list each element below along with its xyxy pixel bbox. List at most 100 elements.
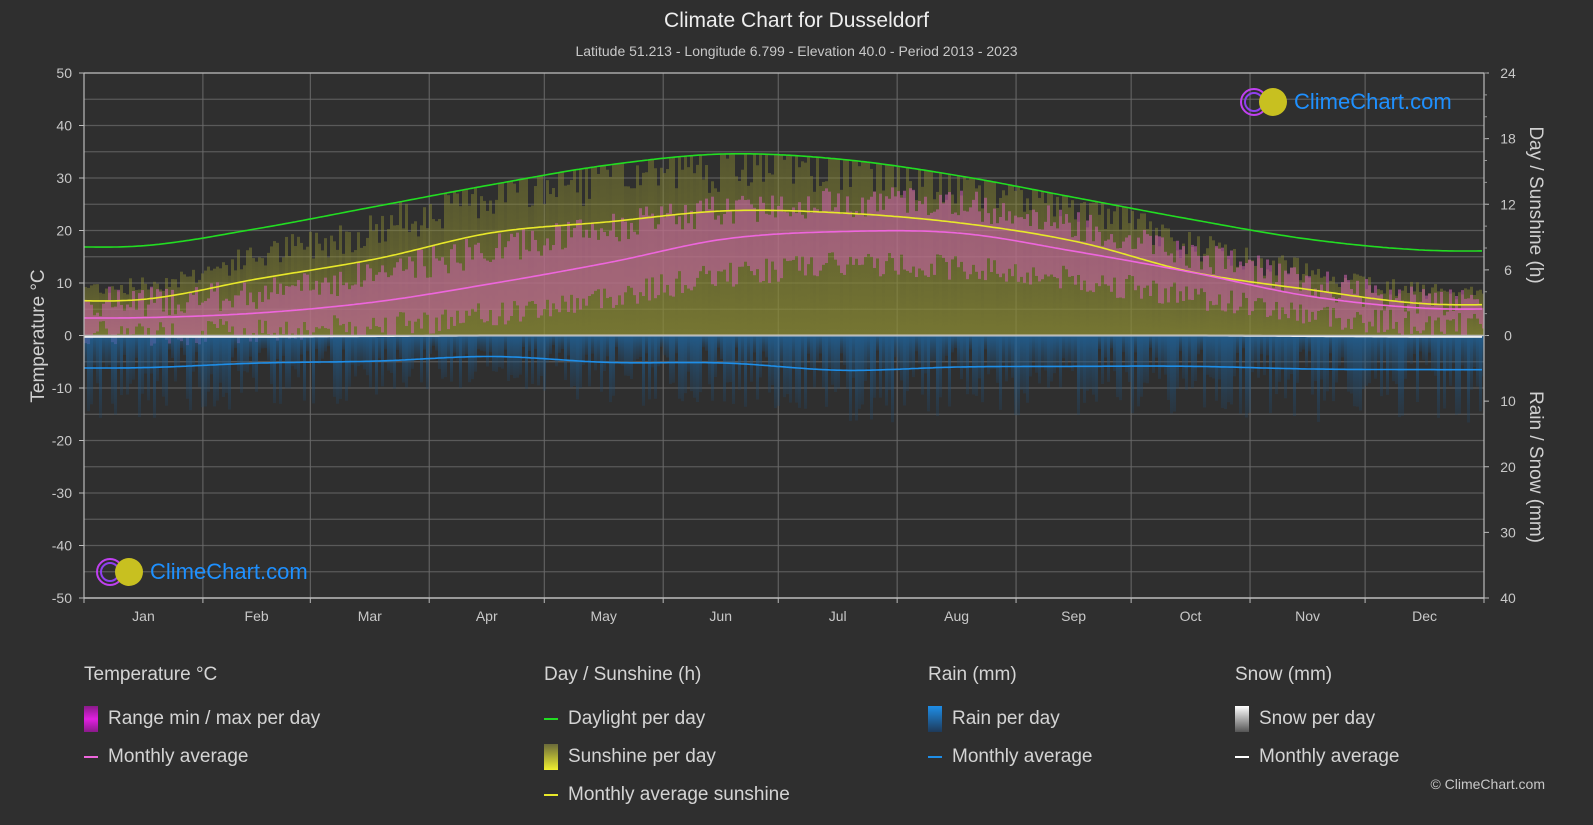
rain-bar [480,335,483,351]
month-label: Dec [1412,608,1437,624]
logo-bottom-left[interactable]: ClimeChart.com [94,556,308,588]
rain-bar [315,335,318,350]
rain-bar [1230,335,1233,405]
temp-range-bar [1452,310,1455,320]
rain-bar [1002,335,1005,364]
temp-range-bar [378,272,381,327]
rain-bar [507,335,510,381]
rain-bar [297,335,300,378]
temp-range-bar [975,191,978,272]
rain-bar [1152,335,1155,373]
temp-range-bar [447,273,450,330]
rain-bar [741,335,744,364]
temp-range-bar [630,222,633,288]
temp-range-bar [285,285,288,322]
rain-bar [228,335,231,410]
rain-bar [966,335,969,395]
rain-bar [750,335,753,382]
rain-bar [438,335,441,370]
rain-bar [495,335,498,372]
rain-bar [291,335,294,367]
temp-range-bar [993,208,996,261]
temp-range-bar [951,213,954,260]
temp-range-bar [1104,240,1107,285]
temp-range-bar [375,274,378,327]
temp-range-bar [234,295,237,336]
temp-range-bar [276,293,279,341]
temp-range-bar [696,203,699,278]
rain-bar [492,335,495,372]
temp-range-bar [105,300,108,329]
rain-bar [1005,335,1008,382]
temp-range-bar [1056,228,1059,279]
rain-bar [450,335,453,382]
month-label: Mar [358,608,382,624]
temp-range-bar [534,239,537,304]
rain-bar [957,335,960,367]
rain-bar [1062,335,1065,359]
rain-bar [1227,335,1230,403]
legend-item: Rain per day [928,700,1092,738]
rain-bar [246,335,249,373]
temp-range-bar [1242,266,1245,293]
temp-range-bar [459,263,462,324]
temp-range-bar [297,280,300,329]
rain-bar [621,335,624,366]
rain-bar [798,335,801,408]
rain-bar [174,335,177,382]
temp-range-bar [1389,289,1392,310]
temp-range-bar [615,237,618,305]
rain-bar [117,335,120,366]
temp-range-bar [396,262,399,317]
temp-range-bar [1194,246,1197,289]
rain-bar [87,335,90,412]
rain-bar [972,335,975,395]
temp-range-bar [798,202,801,271]
rain-bar [1455,335,1458,415]
rain-bar [354,335,357,377]
temp-range-bar [99,316,102,322]
temp-range-bar [498,233,501,317]
rain-bar [1080,335,1083,389]
temp-range-bar [804,218,807,276]
temp-range-bar [1011,223,1014,277]
temp-range-bar [600,228,603,309]
temp-range-bar [141,290,144,327]
temp-range-bar [1131,248,1134,277]
temp-range-bar [933,211,936,275]
sunshine-bar [1458,292,1461,336]
temp-range-bar [1050,226,1053,275]
month-label: Jan [132,608,155,624]
rain-bar [1077,335,1080,415]
temp-range-bar [96,312,99,332]
sunshine-bar [1173,241,1176,336]
rain-bar [564,335,567,380]
rain-bar [345,335,348,401]
rain-bar [96,335,99,384]
temp-range-bar [1200,269,1203,289]
temp-range-bar [708,209,711,271]
rain-bar [636,335,639,360]
rain-bar [1200,335,1203,350]
rain-bar [1374,335,1377,379]
temp-range-bar [843,213,846,275]
rain-bar [1284,335,1287,399]
rain-bar [498,335,501,368]
temp-range-bar [516,232,519,306]
rain-bar [177,335,180,369]
logo-top-right[interactable]: ClimeChart.com [1238,86,1452,118]
temp-range-bar [1479,304,1482,324]
temp-range-bar [117,289,120,334]
temp-range-bar [801,214,804,257]
temp-range-bar [882,209,885,275]
temp-range-bar [432,245,435,334]
right-axis-title-bottom: Rain / Snow (mm) [1525,391,1546,543]
rain-bar [219,335,222,383]
temp-range-bar [1197,255,1200,295]
rain-bar [1083,335,1086,403]
rain-bar [1422,335,1425,360]
rain-bar [1248,335,1251,413]
rain-bar [138,335,141,418]
temp-range-bar [228,300,231,333]
rain-bar [1416,335,1419,403]
